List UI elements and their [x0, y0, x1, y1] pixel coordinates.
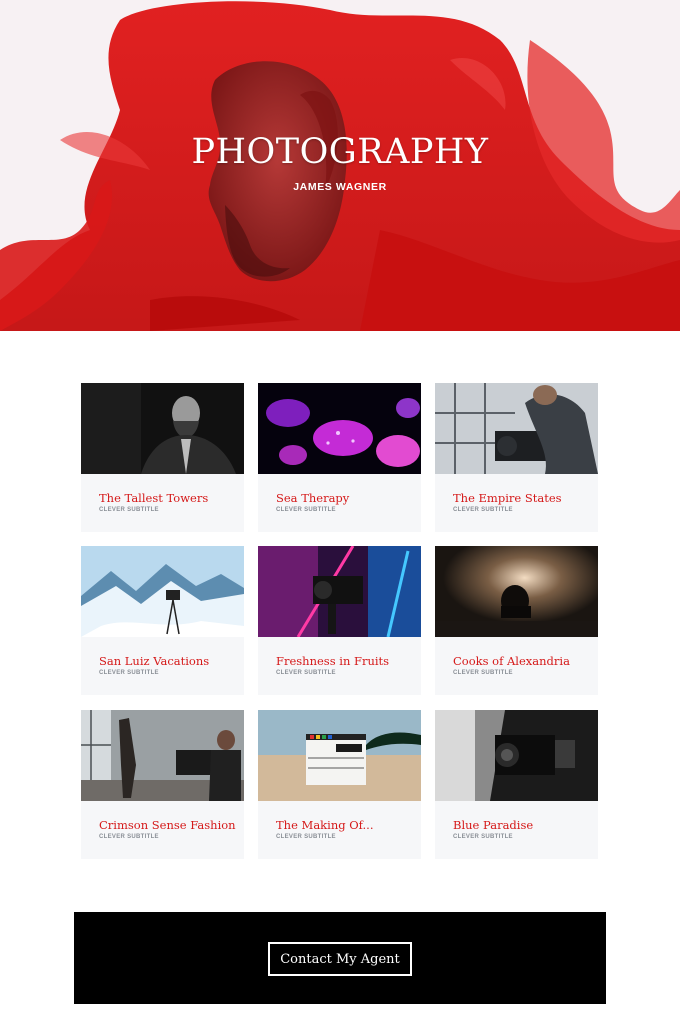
- portfolio-card[interactable]: The Making Of... CLEVER SUBTITLE: [258, 710, 421, 859]
- card-thumbnail-neon-camera-rig[interactable]: [258, 546, 421, 637]
- portfolio-card[interactable]: Cooks of Alexandria CLEVER SUBTITLE: [435, 546, 598, 695]
- page-title: PHOTOGRAPHY: [191, 132, 489, 172]
- card-title[interactable]: The Empire States: [453, 491, 562, 505]
- card-thumbnail-clapperboard-desert[interactable]: [258, 710, 421, 801]
- card-thumbnail-snowy-mountains[interactable]: [81, 546, 244, 637]
- portfolio-card[interactable]: The Tallest Towers CLEVER SUBTITLE: [81, 383, 244, 532]
- card-title[interactable]: The Tallest Towers: [99, 491, 208, 505]
- portfolio-grid: The Tallest Towers CLEVER SUBTITLE Sea T…: [81, 383, 599, 860]
- portfolio-card[interactable]: Crimson Sense Fashion CLEVER SUBTITLE: [81, 710, 244, 859]
- card-thumbnail-portrait-bw[interactable]: [81, 383, 244, 474]
- card-subtitle: CLEVER SUBTITLE: [453, 670, 513, 676]
- card-subtitle: CLEVER SUBTITLE: [276, 834, 336, 840]
- card-subtitle: CLEVER SUBTITLE: [453, 834, 513, 840]
- card-title[interactable]: Sea Therapy: [276, 491, 349, 505]
- card-title[interactable]: Freshness in Fruits: [276, 654, 389, 668]
- card-title[interactable]: Cooks of Alexandria: [453, 654, 570, 668]
- card-title[interactable]: San Luiz Vacations: [99, 654, 209, 668]
- card-title[interactable]: The Making Of...: [276, 818, 373, 832]
- portfolio-card[interactable]: San Luiz Vacations CLEVER SUBTITLE: [81, 546, 244, 695]
- card-subtitle: CLEVER SUBTITLE: [276, 670, 336, 676]
- portfolio-card[interactable]: Freshness in Fruits CLEVER SUBTITLE: [258, 546, 421, 695]
- card-subtitle: CLEVER SUBTITLE: [453, 507, 513, 513]
- card-subtitle: CLEVER SUBTITLE: [99, 507, 159, 513]
- card-subtitle: CLEVER SUBTITLE: [99, 670, 159, 676]
- card-thumbnail-jellyfish[interactable]: [258, 383, 421, 474]
- card-thumbnail-backlit-photographer[interactable]: [435, 546, 598, 637]
- hero-banner: PHOTOGRAPHY JAMES WAGNER: [0, 0, 680, 331]
- portfolio-card[interactable]: Sea Therapy CLEVER SUBTITLE: [258, 383, 421, 532]
- card-thumbnail-camera-bw[interactable]: [435, 710, 598, 801]
- page-subtitle: JAMES WAGNER: [293, 181, 387, 193]
- card-title[interactable]: Blue Paradise: [453, 818, 533, 832]
- card-subtitle: CLEVER SUBTITLE: [276, 507, 336, 513]
- contact-agent-button[interactable]: Contact My Agent: [268, 942, 412, 976]
- card-subtitle: CLEVER SUBTITLE: [99, 834, 159, 840]
- portfolio-card[interactable]: The Empire States CLEVER SUBTITLE: [435, 383, 598, 532]
- card-title[interactable]: Crimson Sense Fashion: [99, 818, 236, 832]
- card-thumbnail-cameraman-window[interactable]: [435, 383, 598, 474]
- portfolio-card[interactable]: Blue Paradise CLEVER SUBTITLE: [435, 710, 598, 859]
- card-thumbnail-fashion-shoot[interactable]: [81, 710, 244, 801]
- contact-cta-section: Contact My Agent: [74, 912, 606, 1004]
